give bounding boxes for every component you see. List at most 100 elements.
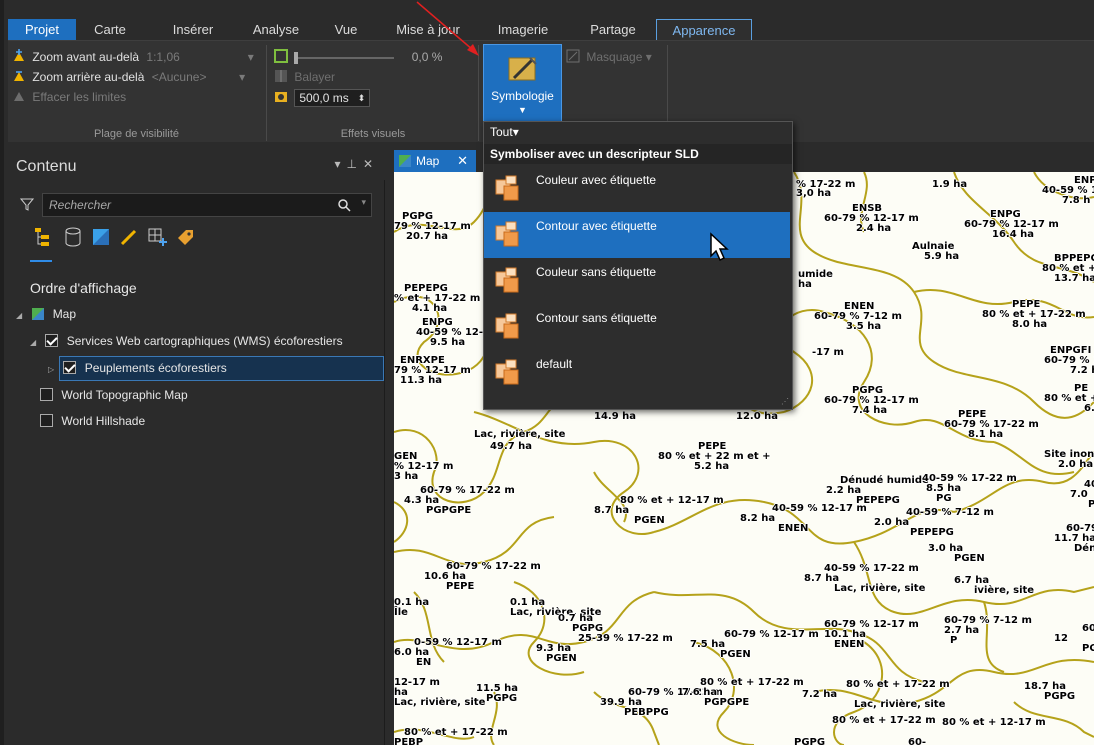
collapse-icon[interactable]: ◢	[30, 332, 40, 354]
snapping-icon[interactable]	[146, 226, 168, 248]
zoom-in-scale-combo[interactable]: 1:1,06	[146, 47, 244, 67]
expand-icon[interactable]: ▷	[48, 359, 58, 381]
map-feature-label: 13.7 ha	[1054, 273, 1094, 284]
symbology-button[interactable]: Symbologie ▼	[483, 44, 562, 124]
gallery-filter-dropdown[interactable]: Tout▾	[484, 122, 792, 144]
gallery-item-contour-sans-etiquette[interactable]: Contour sans étiquette	[484, 304, 790, 350]
pane-options-icon[interactable]: ▾	[334, 157, 346, 171]
editing-icon[interactable]	[118, 226, 140, 248]
map-feature-label: -17 m	[812, 347, 844, 358]
tree-item-world-hillshade[interactable]: World Hillshade	[40, 410, 145, 432]
tree-item-map[interactable]: ◢ Map	[16, 303, 76, 325]
map-feature-label: 20.7 ha	[406, 231, 449, 242]
map-feature-label: 40-59 % 7-12 m	[906, 507, 994, 518]
tree-item-world-topographic[interactable]: World Topographic Map	[40, 384, 188, 406]
tab-inserer[interactable]: Insérer	[160, 19, 226, 40]
selection-icon[interactable]	[90, 226, 112, 248]
gallery-item-contour-avec-etiquette[interactable]: Contour avec étiquette	[484, 212, 790, 258]
active-view-indicator	[30, 260, 52, 262]
sld-style-icon	[495, 267, 519, 293]
gallery-item-couleur-avec-etiquette[interactable]: Couleur avec étiquette	[484, 166, 790, 212]
transparency-slider[interactable]	[294, 51, 395, 64]
map-feature-label: 1.9 ha	[932, 179, 968, 190]
swipe-button[interactable]: Balayer	[274, 67, 335, 87]
gallery-item-label: Couleur avec étiquette	[536, 173, 657, 187]
close-icon[interactable]: ✕	[363, 157, 379, 171]
zoom-out-beyond-row[interactable]: Zoom arrière au-delà <Aucune> ▾	[12, 67, 245, 87]
tab-apparence[interactable]: Apparence	[656, 19, 752, 40]
symbology-dropdown: Tout▾ Symboliser avec un descripteur SLD…	[483, 121, 793, 410]
map-feature-label: PGPG	[1044, 691, 1076, 702]
spinner-icon[interactable]: ⬍	[358, 90, 366, 106]
flicker-rate-value: 500,0 ms	[299, 91, 349, 105]
tree-item-label: World Topographic Map	[61, 388, 188, 402]
map-feature-label: Lac, rivière, site	[474, 429, 566, 440]
masking-button[interactable]: Masquage ▾	[566, 47, 652, 67]
visual-effects-group-label: Effets visuels	[340, 128, 406, 140]
mouse-cursor-icon	[710, 232, 729, 262]
chevron-down-icon[interactable]: ▾	[361, 197, 366, 208]
search-input[interactable]	[43, 194, 323, 216]
filter-icon[interactable]	[20, 197, 34, 211]
close-icon[interactable]: ✕	[457, 150, 468, 172]
map-feature-label: 49.7 ha	[490, 441, 533, 452]
zoom-out-scale-combo[interactable]: <Aucune>	[152, 67, 236, 87]
group-divider	[266, 45, 267, 141]
map-icon	[32, 308, 45, 320]
map-feature-label: 2.4 ha	[856, 223, 892, 234]
collapse-icon[interactable]: ◢	[16, 305, 26, 327]
search-icon[interactable]	[337, 198, 351, 212]
flicker-rate-input[interactable]: 500,0 ms ⬍	[294, 89, 371, 107]
tab-carte[interactable]: Carte	[86, 19, 134, 40]
layer-visibility-checkbox[interactable]	[40, 388, 53, 401]
map-tab-label: Map	[416, 154, 440, 168]
map-feature-label: PGEN	[634, 515, 665, 526]
gallery-section-header: Symboliser avec un descripteur SLD	[484, 144, 792, 164]
search-box[interactable]: ▾	[42, 193, 372, 217]
clear-limits-button[interactable]: Effacer les limites	[12, 87, 126, 107]
clear-limits-icon	[14, 92, 24, 101]
clear-limits-label: Effacer les limites	[32, 90, 127, 104]
map-feature-label: 60-79 %	[1082, 623, 1094, 634]
contents-search: ▾	[18, 193, 372, 217]
pin-icon[interactable]: ⊥	[346, 157, 362, 171]
tab-vue[interactable]: Vue	[326, 19, 366, 40]
chevron-down-icon[interactable]: ▾	[239, 70, 245, 84]
map-feature-label: 9.5 ha	[430, 337, 466, 348]
transparency-icon	[274, 49, 288, 63]
map-feature-label: 2.0 ha	[1058, 459, 1094, 470]
chevron-down-icon[interactable]: ▾	[248, 50, 254, 64]
map-feature-label: EN	[416, 657, 432, 668]
gallery-item-default[interactable]: default	[484, 350, 790, 396]
map-feature-label: PGEN	[1082, 643, 1094, 654]
map-feature-label: PEPE	[446, 581, 475, 592]
resize-grip-icon[interactable]: ⋰	[781, 397, 789, 406]
layer-visibility-checkbox[interactable]	[40, 414, 53, 427]
map-feature-label: Lac, rivière, site	[854, 699, 946, 710]
map-feature-label: 7.2 ha	[1070, 365, 1094, 376]
tree-item-label: Peuplements écoforestiers	[84, 361, 227, 375]
gallery-item-couleur-sans-etiquette[interactable]: Couleur sans étiquette	[484, 258, 790, 304]
tab-projet[interactable]: Projet	[8, 19, 76, 40]
data-source-icon[interactable]	[62, 226, 84, 248]
map-feature-label: ENEN	[834, 639, 865, 650]
tab-analyse[interactable]: Analyse	[244, 19, 308, 40]
layer-visibility-checkbox[interactable]	[45, 334, 59, 347]
labeling-icon[interactable]	[174, 226, 196, 248]
zoom-in-beyond-row[interactable]: Zoom avant au-delà 1:1,06 ▾	[12, 47, 254, 67]
map-feature-label: 60-	[908, 737, 927, 745]
map-feature-label: PGPG	[486, 693, 518, 704]
tree-item-wms-service[interactable]: ◢ Services Web cartographiques (WMS) éco…	[30, 330, 343, 352]
drawing-order-icon[interactable]	[32, 226, 54, 248]
swipe-icon	[275, 70, 287, 82]
tab-imagerie[interactable]: Imagerie	[488, 19, 558, 40]
map-feature-label: 80 % et + 17-22 m	[832, 715, 936, 726]
slider-thumb[interactable]	[294, 51, 299, 64]
tree-item-label: Services Web cartographiques (WMS) écofo…	[66, 334, 343, 348]
tab-partage[interactable]: Partage	[578, 19, 648, 40]
layer-visibility-checkbox[interactable]	[63, 361, 77, 374]
map-view-tab[interactable]: Map ✕	[394, 150, 476, 172]
tree-item-peuplements[interactable]: ▷ Peuplements écoforestiers	[48, 357, 227, 379]
map-feature-label: 3.5 ha	[846, 321, 882, 332]
map-feature-label: PG	[936, 493, 952, 504]
